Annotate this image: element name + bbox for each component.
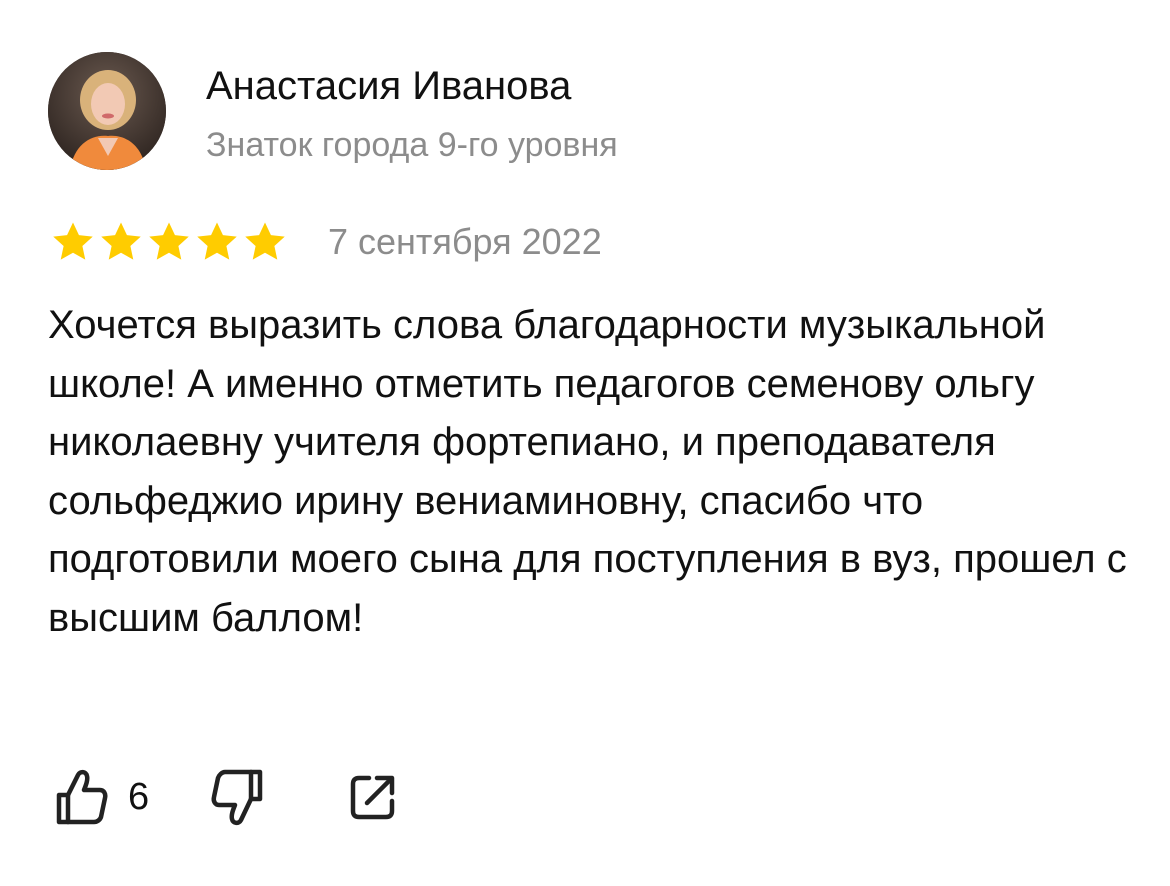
author-avatar[interactable] [48, 52, 166, 170]
review-date: 7 сентября 2022 [328, 221, 602, 262]
author-name[interactable]: Анастасия Иванова [206, 60, 571, 112]
review-actions: 6 [54, 766, 399, 828]
dislike-button[interactable] [207, 766, 265, 828]
share-icon [350, 775, 395, 820]
author-level: Знаток города 9-го уровня [206, 126, 618, 164]
review-text: Хочется выразить слова благодарности муз… [48, 303, 1127, 640]
star-icon [245, 222, 285, 260]
review-card: Анастасия Иванова Знаток города 9-го уро… [0, 0, 1170, 886]
star-icon [149, 222, 189, 260]
like-count: 6 [128, 776, 150, 818]
rating-row: 7 сентября 2022 [50, 218, 602, 266]
thumbs-up-icon [56, 769, 108, 825]
star-rating [50, 219, 288, 265]
share-button[interactable] [347, 771, 399, 823]
star-icon [197, 222, 237, 260]
thumbs-down-icon [211, 769, 263, 826]
star-icon [101, 222, 141, 260]
avatar-photo [48, 52, 166, 170]
star-icon [53, 222, 93, 260]
like-button[interactable]: 6 [54, 767, 149, 827]
